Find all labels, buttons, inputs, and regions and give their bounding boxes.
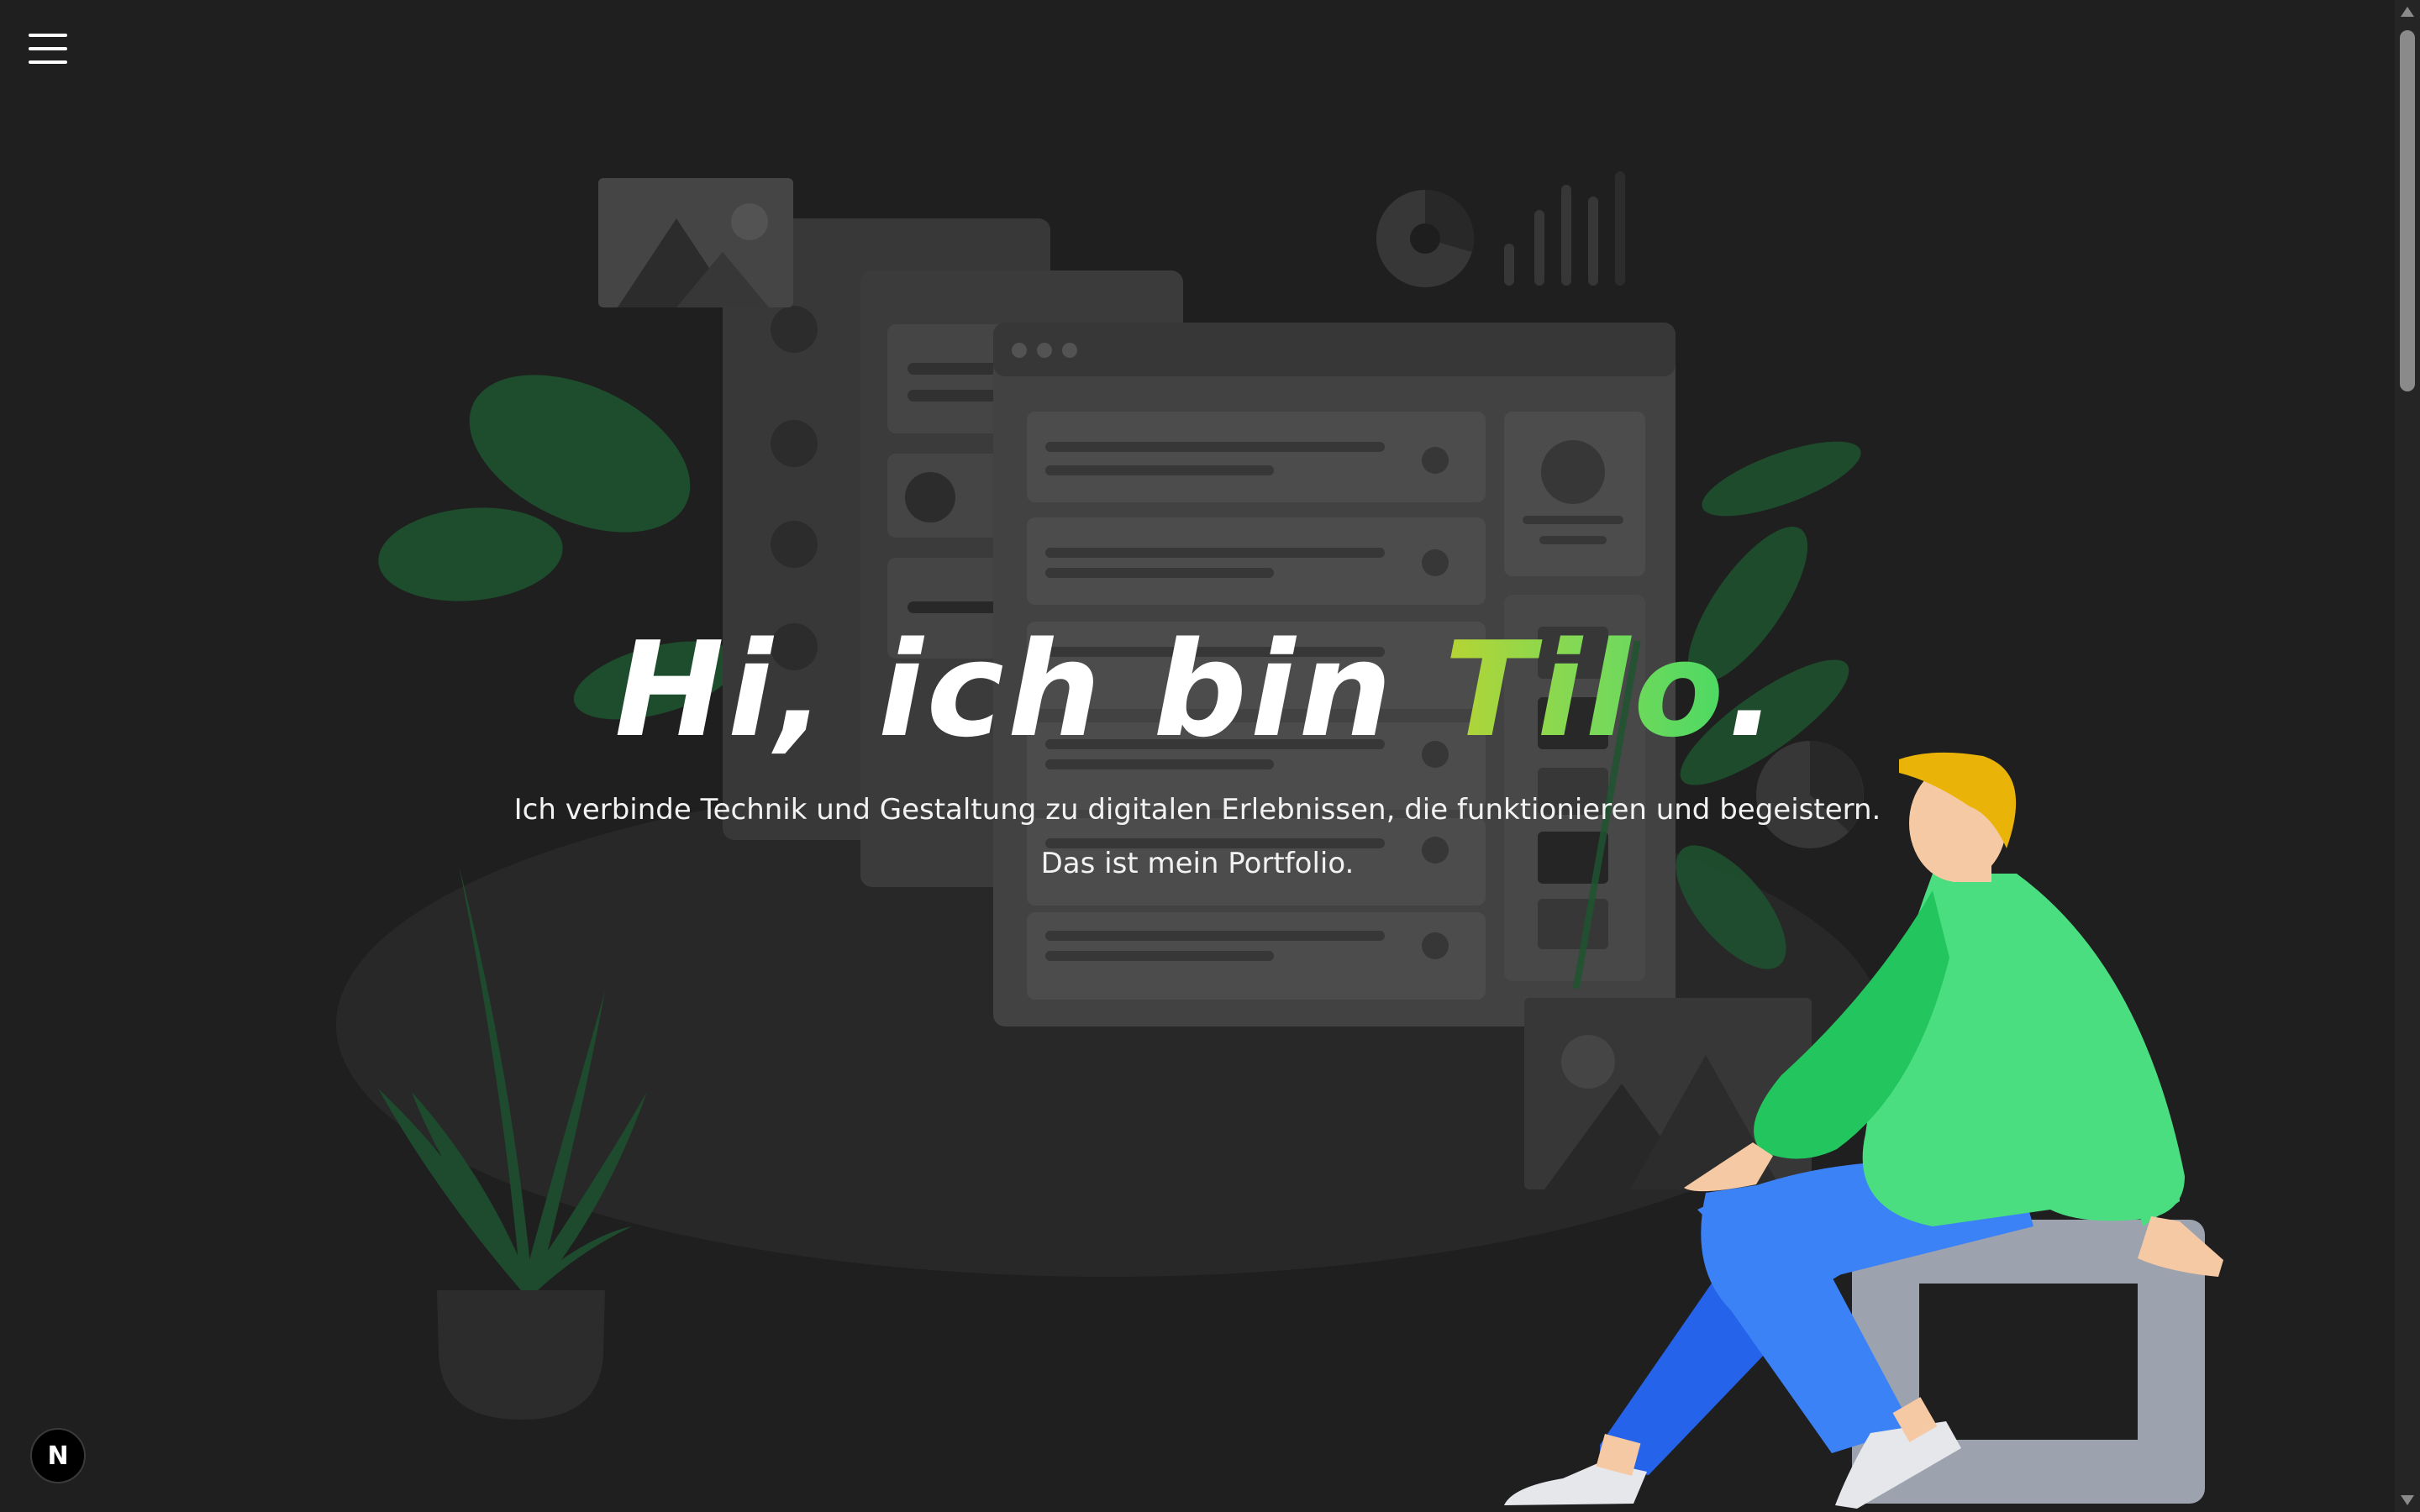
hero-stage: Hi, ich bin Tilo. Ich verbinde Technik u… [0, 0, 2420, 1512]
hero-tagline-line1: Ich verbinde Technik und Gestaltung zu d… [513, 792, 1881, 827]
hero-tagline-line2: Das ist mein Portfolio. [1040, 846, 1355, 880]
hamburger-line [29, 34, 67, 37]
nextjs-badge-icon[interactable]: N [30, 1428, 86, 1483]
hamburger-line [29, 60, 67, 64]
scroll-up-arrow-icon[interactable] [2401, 7, 2414, 17]
donut-chart-icon [1376, 189, 1475, 287]
hamburger-menu-icon[interactable] [29, 34, 67, 64]
hero-title: Hi, ich bin Tilo. [0, 621, 2395, 759]
scrollbar-thumb[interactable] [2400, 30, 2415, 391]
hamburger-line [29, 47, 67, 50]
hero-title-prefix: Hi, ich bin [614, 613, 1444, 766]
vertical-scrollbar[interactable] [2395, 0, 2420, 1512]
badge-label: N [47, 1441, 69, 1471]
bar-chart-icon [1504, 171, 1625, 286]
scroll-down-arrow-icon[interactable] [2401, 1495, 2414, 1505]
hero-title-name: Tilo [1444, 613, 1728, 766]
hero-section: Hi, ich bin Tilo. Ich verbinde Technik u… [0, 621, 2395, 890]
hero-tagline: Ich verbinde Technik und Gestaltung zu d… [0, 783, 2395, 890]
hero-title-suffix: . [1727, 613, 1781, 766]
